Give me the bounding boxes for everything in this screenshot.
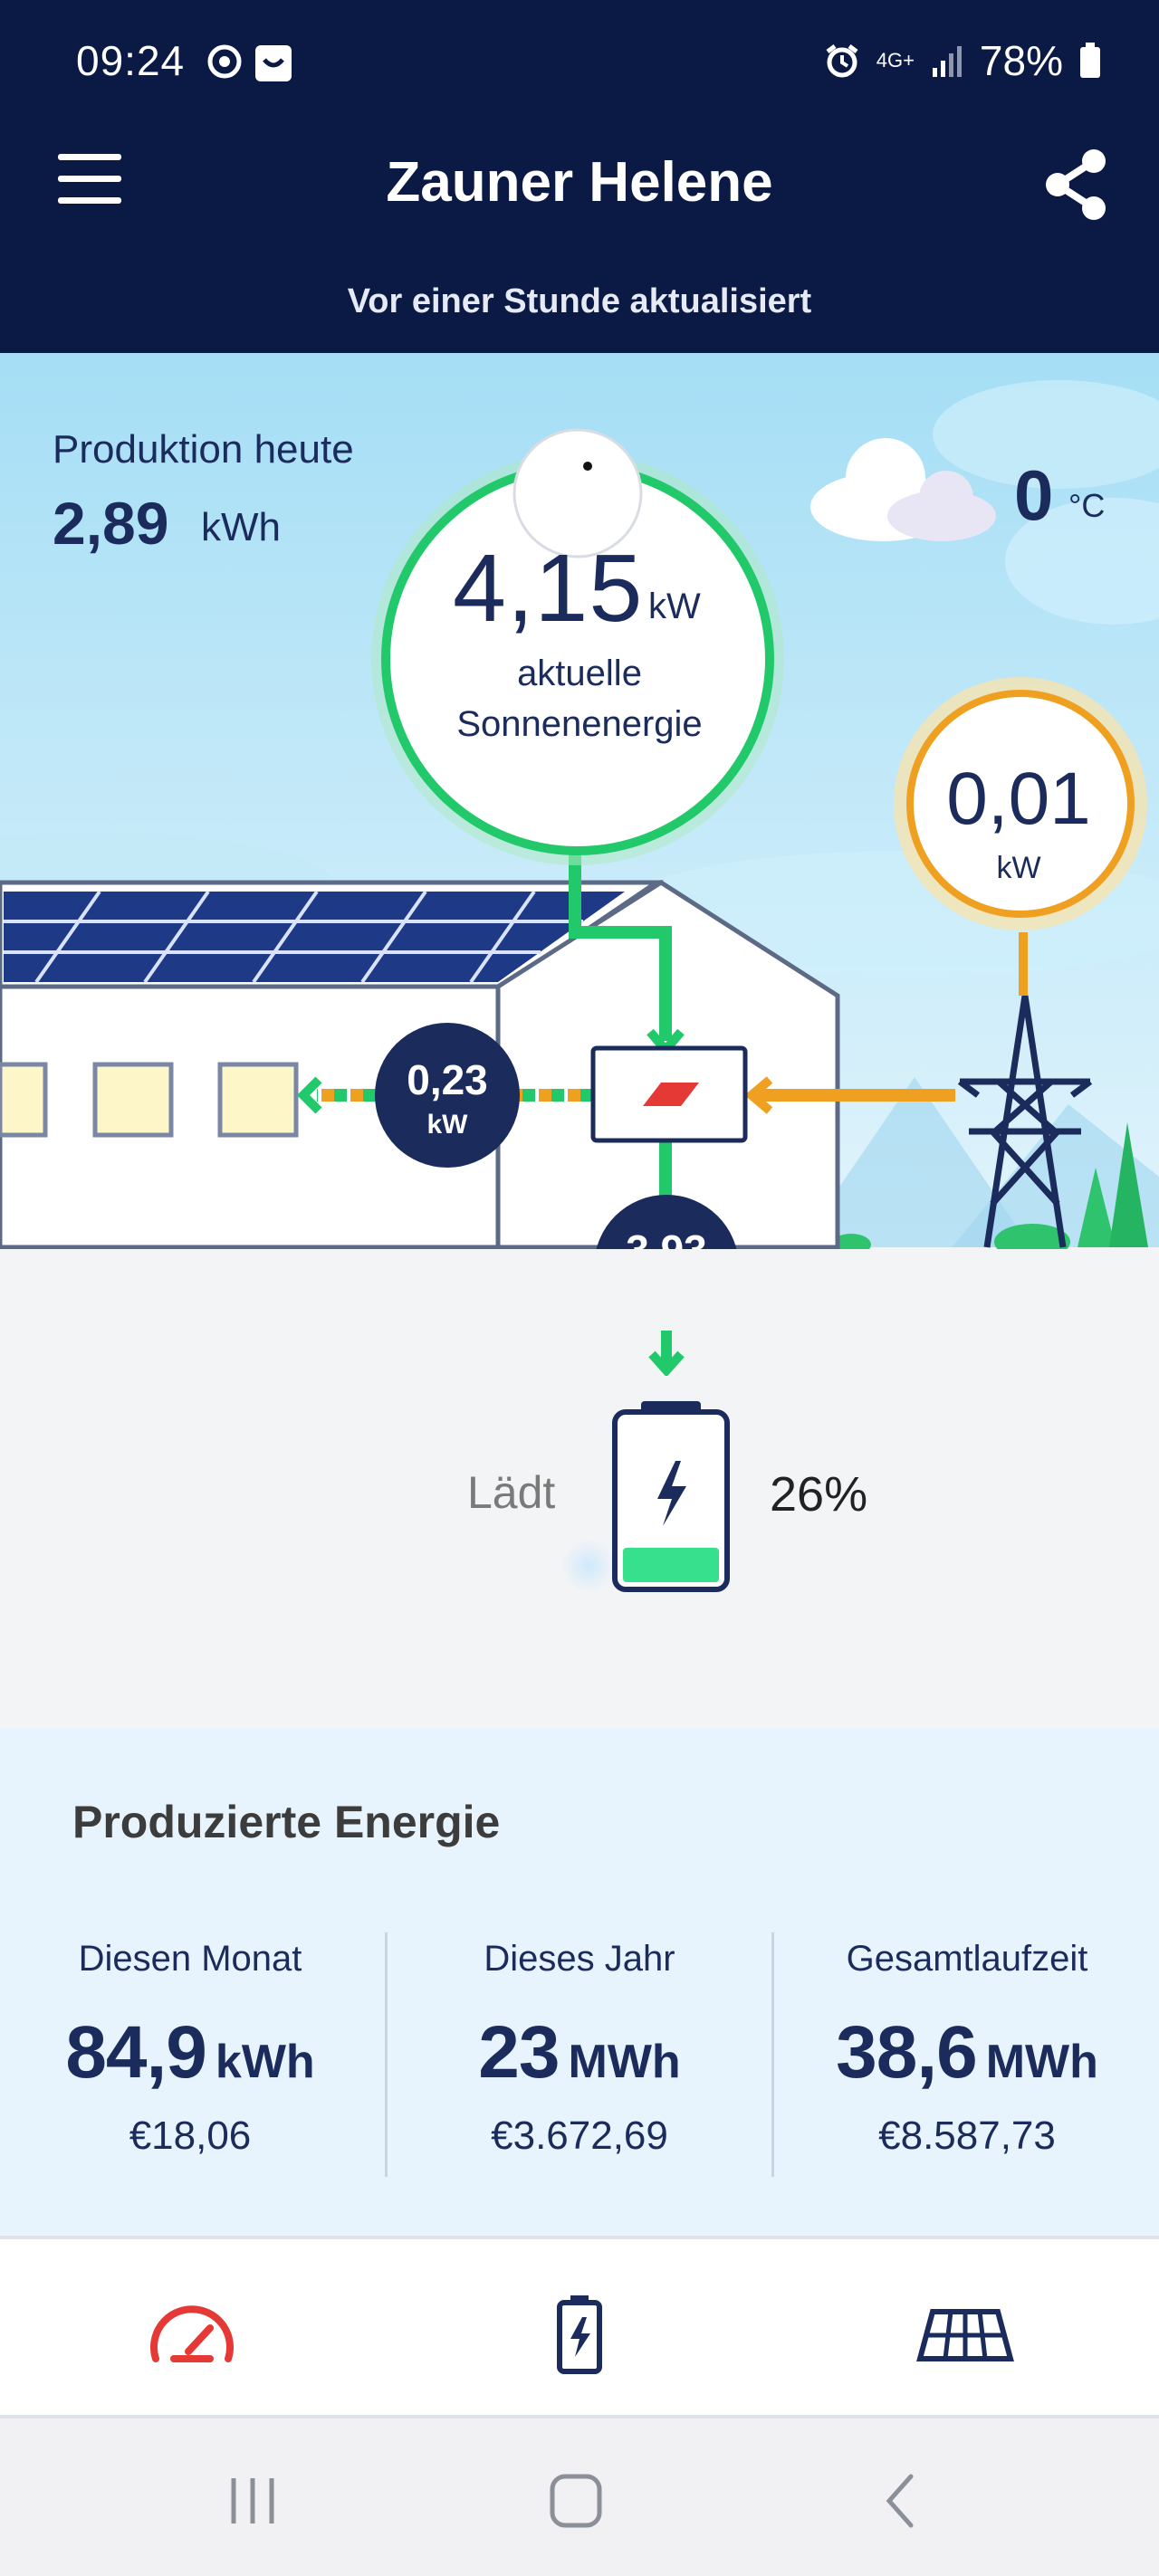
last-updated: Vor einer Stunde aktualisiert [347,282,812,320]
status-bar: 09:24 4G+ 78% [0,0,1159,94]
battery-glow [561,1539,616,1593]
stat-label: Gesamtlaufzeit [846,1939,1088,1979]
stat-unit: kWh [215,2036,315,2088]
inverter-icon [590,1045,748,1143]
recent-apps-icon[interactable] [212,2469,293,2533]
battery-area [0,1249,1159,1729]
back-icon[interactable] [860,2469,942,2533]
page-title: Zauner Helene [386,151,773,214]
divider [385,1932,388,2177]
home-consumption-value: 0,23 [407,1056,488,1103]
stat-lifetime[interactable]: Gesamtlaufzeit 38,6 MWh €8.587,73 [777,1939,1157,2159]
production-today-label: Produktion heute [53,427,354,472]
stat-money: €8.587,73 [878,2113,1056,2158]
speedometer-icon[interactable] [138,2294,246,2375]
temperature-value: 0 [1014,455,1054,535]
stat-unit: MWh [985,2036,1098,2088]
solar-power-unit: kW [648,587,701,626]
notification-icon [207,44,242,79]
alarm-icon [826,44,858,78]
home-battery-icon[interactable] [610,1399,732,1595]
stat-value: 84,9 [65,2011,207,2094]
battery-percent: 78% [979,37,1063,84]
grid-power-value: 0,01 [946,758,1091,840]
bottom-tab-bar [0,2236,1159,2419]
share-icon[interactable] [1041,148,1112,221]
stat-this-year[interactable]: Dieses Jahr 23 MWh €3.672,69 [389,1939,770,2159]
battery-icon [1080,43,1100,78]
solar-power-value: 4,15 [453,535,644,642]
stat-label: Dieses Jahr [484,1939,675,1979]
stat-value: 38,6 [836,2011,978,2094]
app-header: Zauner Helene Vor einer Stunde aktualisi… [0,94,1159,353]
grid-power-unit: kW [996,851,1041,885]
shop-icon [255,45,292,81]
battery-status: Lädt [467,1467,556,1518]
network-type: 4G+ [876,49,915,72]
produced-energy-section: Produzierte Energie Diesen Monat 84,9 kWh… [0,1729,1159,2236]
production-today-value: 2,89 [53,490,169,557]
stat-money: €3.672,69 [491,2113,668,2158]
solar-power-label-2: Sonnenenergie [456,704,703,744]
signal-icon [932,46,962,77]
battery-arrow [648,1331,685,1376]
stat-value: 23 [478,2011,560,2094]
produced-energy-title: Produzierte Energie [72,1797,501,1847]
stat-money: €18,06 [129,2113,252,2158]
temperature-unit: °C [1068,487,1106,524]
home-icon[interactable] [534,2469,616,2533]
battery-charge-icon[interactable] [525,2294,634,2375]
battery-percent-value: 26% [770,1467,868,1522]
stat-label: Diesen Monat [78,1939,302,1979]
solar-panel-icon[interactable] [911,2294,1020,2375]
production-today-unit: kWh [201,505,281,549]
home-consumption-unit: kW [426,1110,468,1140]
system-nav-bar [0,2419,1159,2576]
status-time: 09:24 [76,37,186,84]
stat-unit: MWh [568,2036,681,2088]
divider [771,1932,774,2177]
solar-power-label: aktuelle [517,654,642,693]
stat-this-month[interactable]: Diesen Monat 84,9 kWh €18,06 [0,1939,380,2159]
